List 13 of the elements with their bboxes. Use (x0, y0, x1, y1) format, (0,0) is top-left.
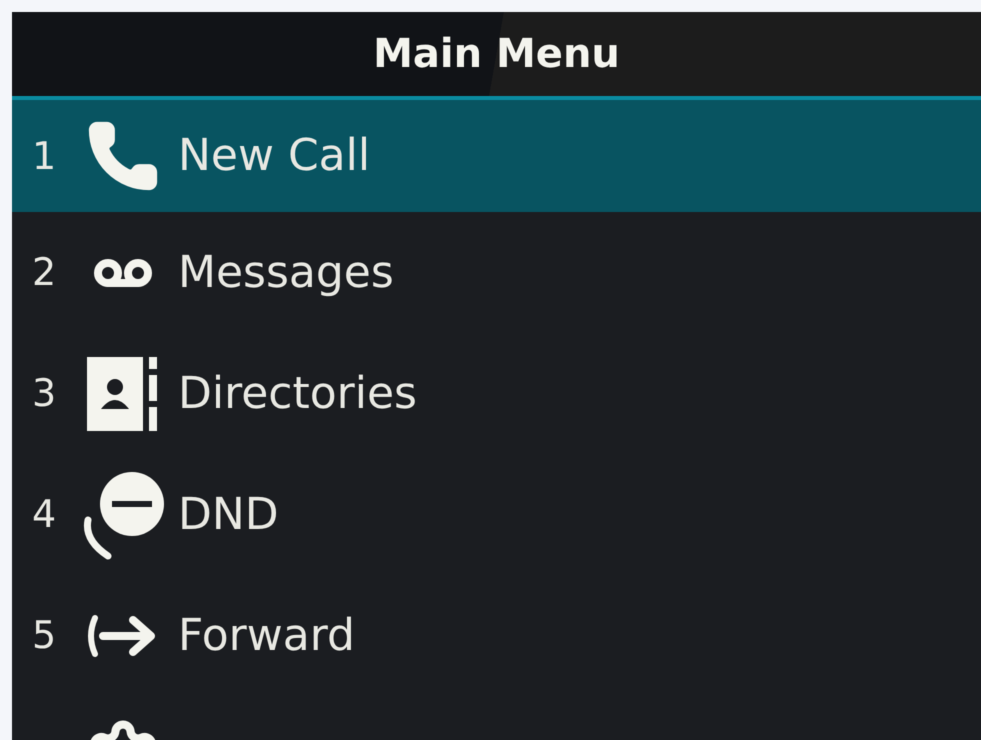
menu-title: Main Menu (373, 30, 620, 79)
item-number: 5 (32, 612, 58, 659)
item-number: 3 (32, 370, 58, 417)
item-label: Directories (178, 366, 417, 420)
item-number: 4 (32, 491, 58, 538)
do-not-disturb-icon (82, 470, 164, 560)
menu-item[interactable]: 1 New Call (12, 100, 981, 212)
item-label: DND (178, 488, 279, 542)
item-number: 2 (32, 249, 58, 296)
item-number: 1 (32, 132, 58, 180)
item-label: Messages (178, 246, 394, 300)
item-label: New Call (178, 129, 370, 183)
item-label: Forward (178, 608, 355, 662)
